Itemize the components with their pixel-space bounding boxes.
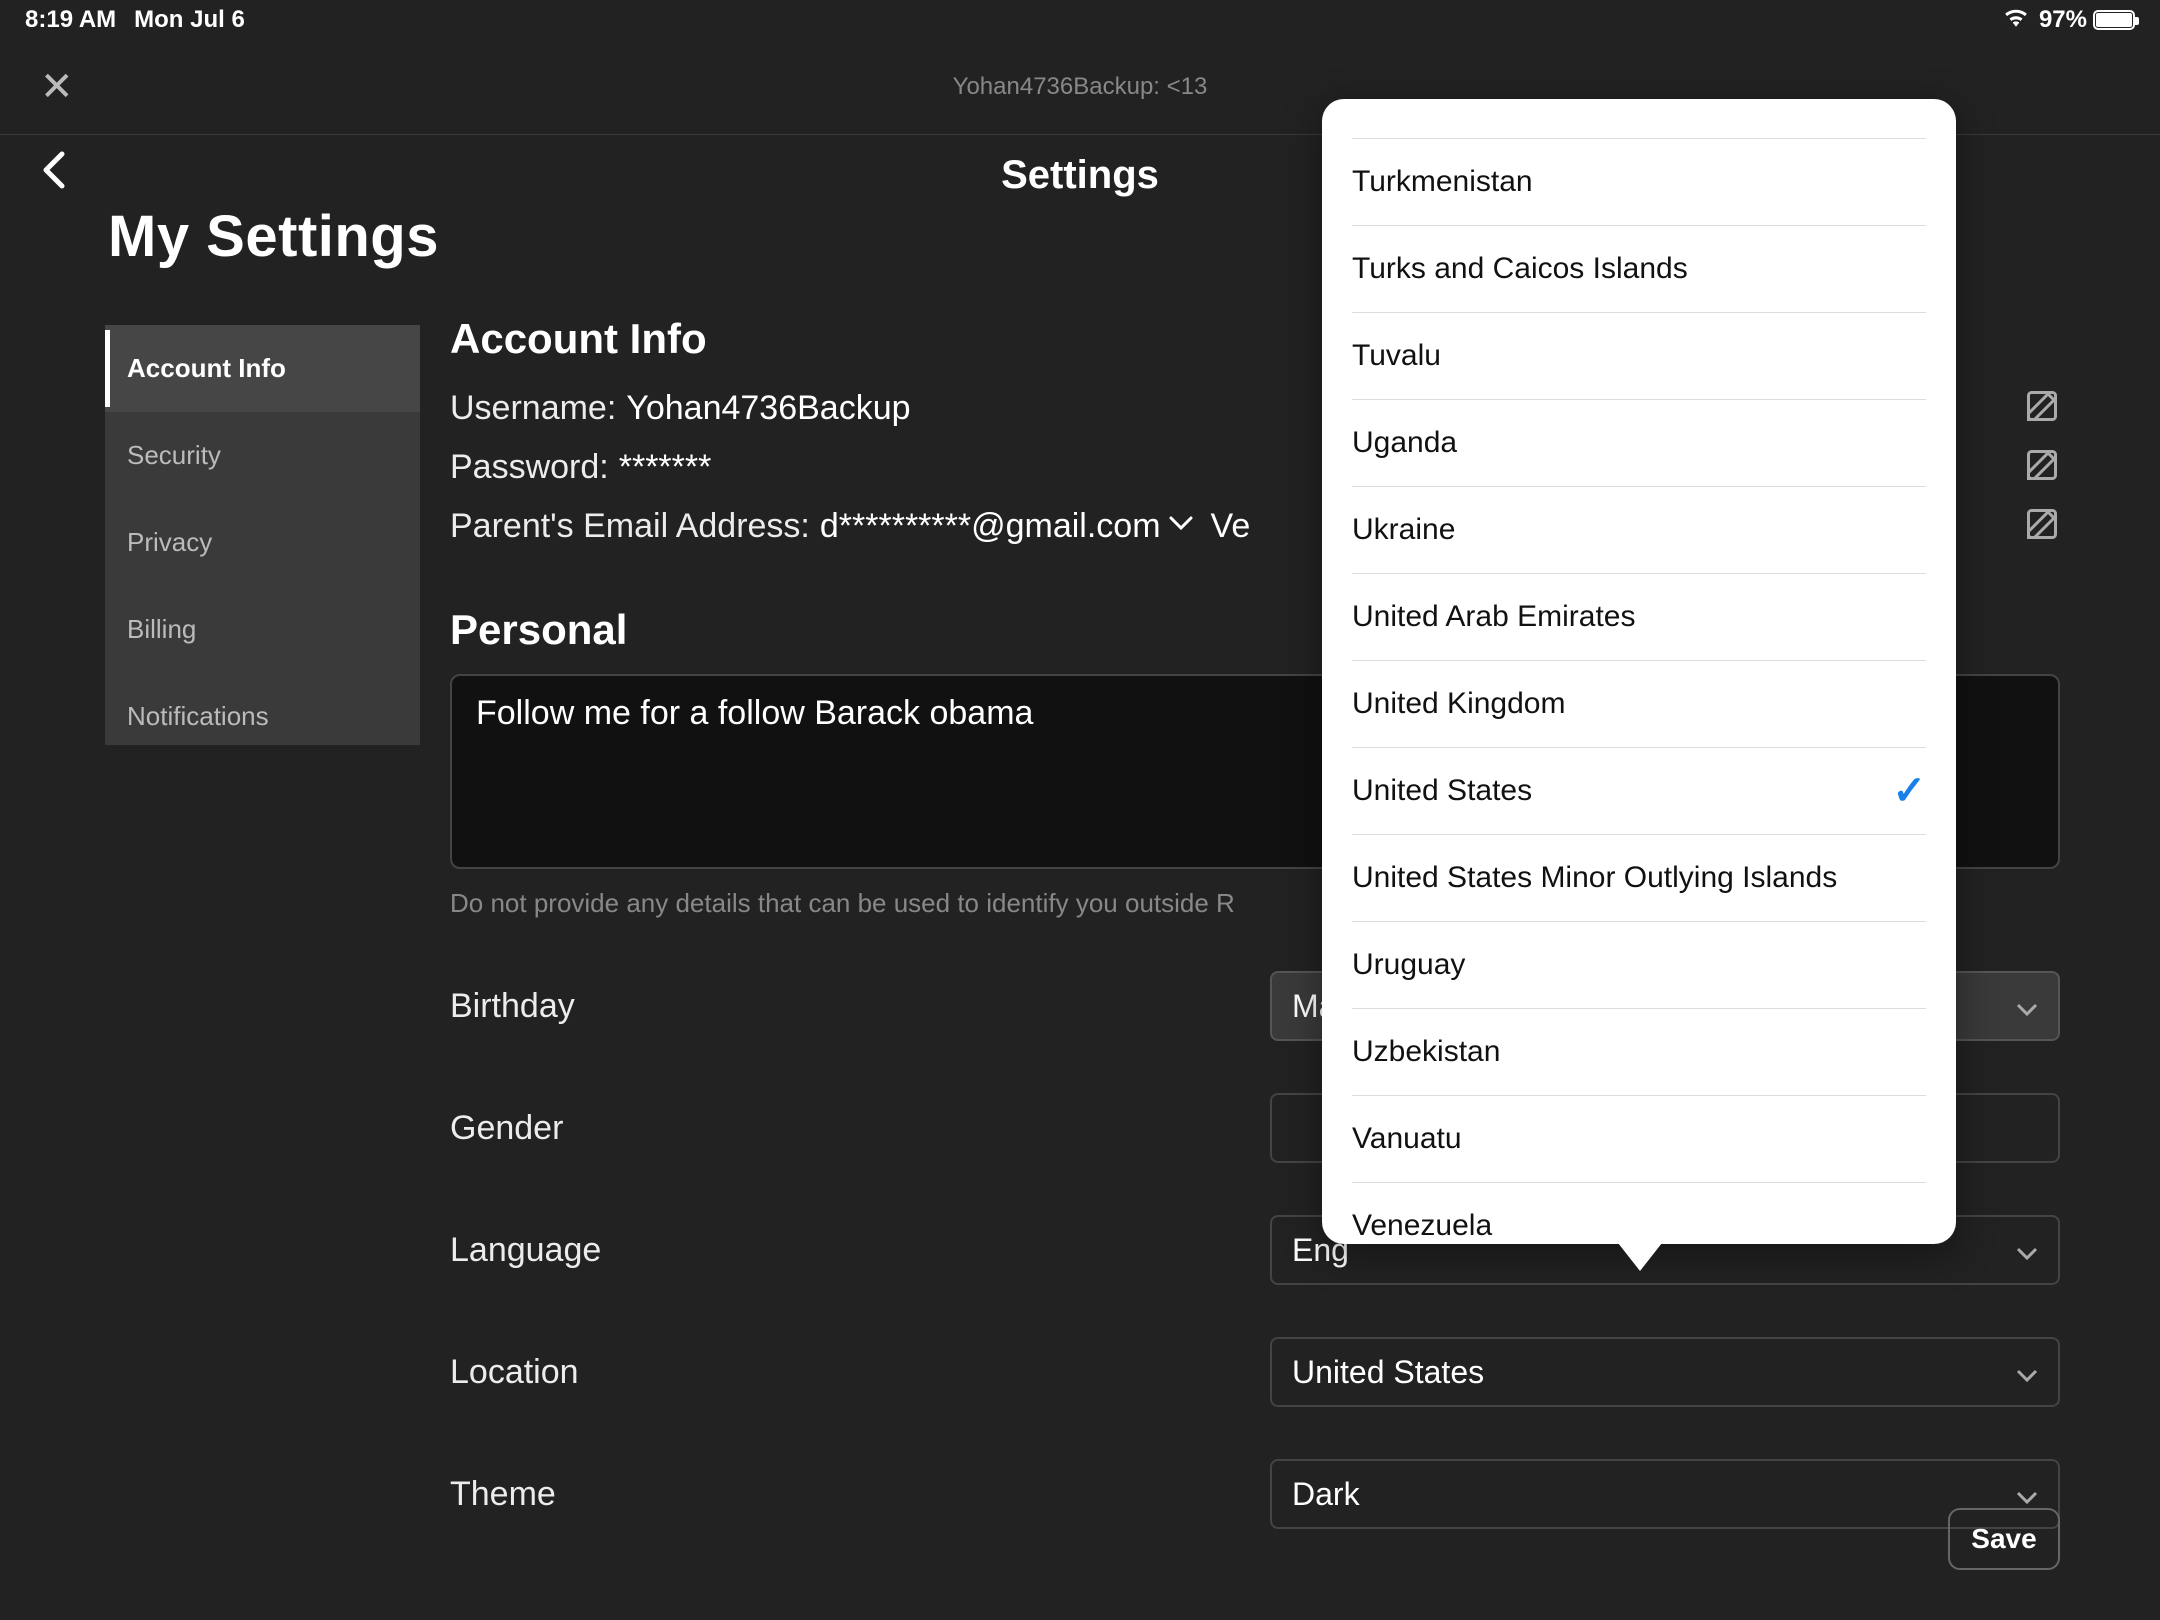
country-option[interactable]: Uruguay — [1352, 922, 1926, 1009]
popover-tail — [1618, 1243, 1662, 1271]
battery-icon — [2093, 10, 2135, 30]
sidebar-item-label: Notifications — [127, 701, 269, 731]
country-option[interactable]: Uganda — [1352, 400, 1926, 487]
sidebar-item-label: Security — [127, 440, 221, 470]
country-option[interactable]: United Kingdom — [1352, 661, 1926, 748]
country-option-label: Turks and Caicos Islands — [1352, 252, 1688, 286]
country-option[interactable]: Tuvalu — [1352, 313, 1926, 400]
country-popover[interactable]: Turkmenistan Turks and Caicos Islands Tuva… — [1322, 99, 1956, 1244]
country-option[interactable]: Venezuela — [1352, 1183, 1926, 1244]
username-label: Username: — [450, 389, 616, 428]
chevron-down-icon — [2016, 1232, 2038, 1269]
password-label: Password: — [450, 448, 609, 487]
country-option-label: United States — [1352, 774, 1532, 808]
location-row: Location United States — [450, 1337, 2060, 1407]
parent-email-value: d**********@gmail.com — [820, 507, 1161, 546]
sidebar-item-label: Billing — [127, 614, 196, 644]
sidebar-item-account-info[interactable]: Account Info — [105, 325, 420, 412]
country-option[interactable]: United States ✓ — [1352, 748, 1926, 835]
country-option[interactable]: Turks and Caicos Islands — [1352, 226, 1926, 313]
edit-icon[interactable] — [2024, 388, 2060, 429]
location-value: United States — [1292, 1354, 1484, 1391]
country-option-partial[interactable] — [1352, 99, 1926, 139]
chevron-down-icon — [2016, 1354, 2038, 1391]
chevron-down-icon — [2016, 988, 2038, 1025]
sidebar-item-security[interactable]: Security — [105, 412, 420, 499]
settings-sidebar: Account Info Security Privacy Billing No… — [105, 325, 420, 745]
password-value: ******* — [619, 448, 712, 487]
page-heading: My Settings — [108, 203, 439, 270]
chevron-down-icon — [2016, 1476, 2038, 1513]
country-option-label: Vanuatu — [1352, 1122, 1462, 1156]
country-option[interactable]: Vanuatu — [1352, 1096, 1926, 1183]
battery-percent: 97% — [2039, 6, 2087, 34]
sidebar-item-label: Account Info — [127, 353, 286, 383]
country-option-label: United States Minor Outlying Islands — [1352, 861, 1837, 895]
country-option-label: Venezuela — [1352, 1209, 1492, 1243]
edit-icon[interactable] — [2024, 447, 2060, 488]
country-option[interactable]: United Arab Emirates — [1352, 574, 1926, 661]
parent-email-label: Parent's Email Address: — [450, 507, 810, 546]
location-select[interactable]: United States — [1270, 1337, 2060, 1407]
settings-title: Settings — [1001, 153, 1159, 198]
save-button[interactable]: Save — [1948, 1508, 2060, 1570]
theme-select[interactable]: Dark — [1270, 1459, 2060, 1529]
username-value: Yohan4736Backup — [626, 389, 910, 428]
app-bar-title: Yohan4736Backup: <13 — [953, 73, 1208, 101]
country-option-label: United Arab Emirates — [1352, 600, 1635, 634]
status-time: 8:19 AM — [25, 6, 116, 34]
back-icon[interactable] — [40, 150, 66, 200]
country-option-label: Uzbekistan — [1352, 1035, 1500, 1069]
sidebar-item-privacy[interactable]: Privacy — [105, 499, 420, 586]
status-bar: 8:19 AM Mon Jul 6 97% — [0, 0, 2160, 40]
sidebar-item-billing[interactable]: Billing — [105, 586, 420, 673]
wifi-icon — [2003, 6, 2029, 34]
gender-label: Gender — [450, 1109, 790, 1148]
status-date: Mon Jul 6 — [134, 6, 245, 34]
country-option-label: United Kingdom — [1352, 687, 1565, 721]
country-option-label: Turkmenistan — [1352, 165, 1533, 199]
country-option[interactable]: United States Minor Outlying Islands — [1352, 835, 1926, 922]
birthday-label: Birthday — [450, 987, 790, 1026]
location-label: Location — [450, 1353, 790, 1392]
country-option[interactable]: Ukraine — [1352, 487, 1926, 574]
language-label: Language — [450, 1231, 790, 1270]
verified-partial: Ve — [1211, 507, 1251, 546]
country-option-label: Uganda — [1352, 426, 1457, 460]
edit-icon[interactable] — [2024, 506, 2060, 547]
battery-indicator: 97% — [2039, 6, 2135, 34]
close-icon[interactable]: ✕ — [40, 67, 74, 107]
country-option[interactable]: Uzbekistan — [1352, 1009, 1926, 1096]
country-option[interactable]: Turkmenistan — [1352, 139, 1926, 226]
theme-value: Dark — [1292, 1476, 1360, 1513]
sidebar-item-notifications[interactable]: Notifications — [105, 673, 420, 760]
country-option-label: Uruguay — [1352, 948, 1465, 982]
theme-row: Theme Dark — [450, 1459, 2060, 1529]
country-option-label: Ukraine — [1352, 513, 1455, 547]
chevron-down-icon[interactable] — [1169, 516, 1193, 537]
sidebar-item-label: Privacy — [127, 527, 212, 557]
theme-label: Theme — [450, 1475, 790, 1514]
country-option-label: Tuvalu — [1352, 339, 1441, 373]
check-icon: ✓ — [1892, 768, 1926, 814]
